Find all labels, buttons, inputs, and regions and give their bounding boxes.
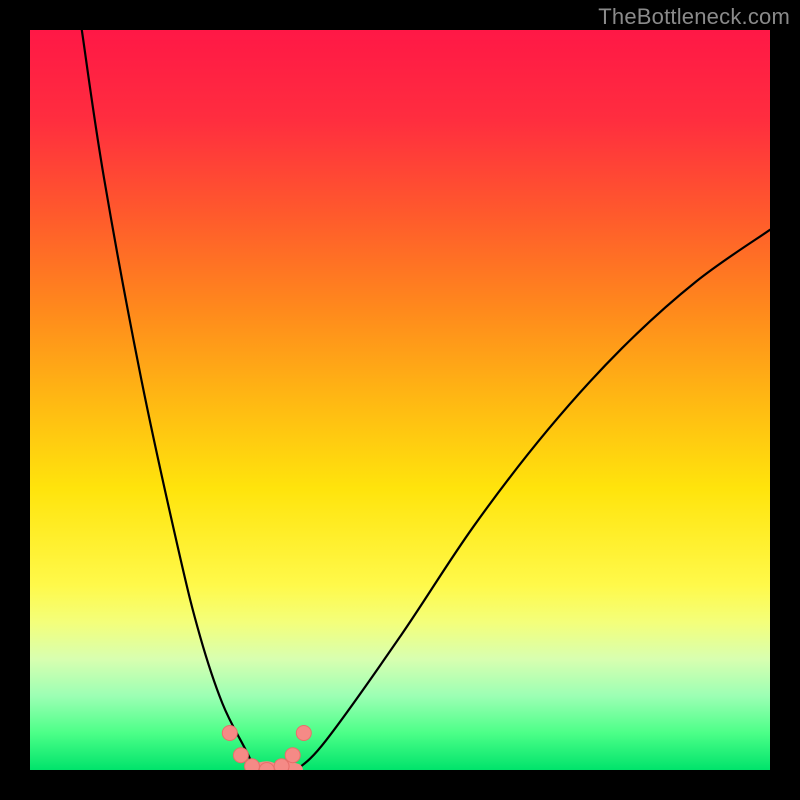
bottom-marker <box>245 759 260 770</box>
chart-stage: TheBottleneck.com <box>0 0 800 800</box>
bottom-marker <box>233 748 248 763</box>
curve-bottom-u <box>256 768 297 770</box>
curve-left-arm <box>82 30 256 770</box>
watermark-text: TheBottleneck.com <box>598 4 790 30</box>
bottom-marker <box>259 763 274 771</box>
bottom-marker <box>296 726 311 741</box>
marker-group <box>222 726 311 771</box>
chart-plot-area <box>30 30 770 770</box>
curve-right-arm <box>296 230 770 770</box>
bottom-marker <box>285 748 300 763</box>
chart-curve-svg <box>30 30 770 770</box>
bottom-marker <box>222 726 237 741</box>
curve-group <box>82 30 770 770</box>
bottom-marker <box>274 759 289 770</box>
